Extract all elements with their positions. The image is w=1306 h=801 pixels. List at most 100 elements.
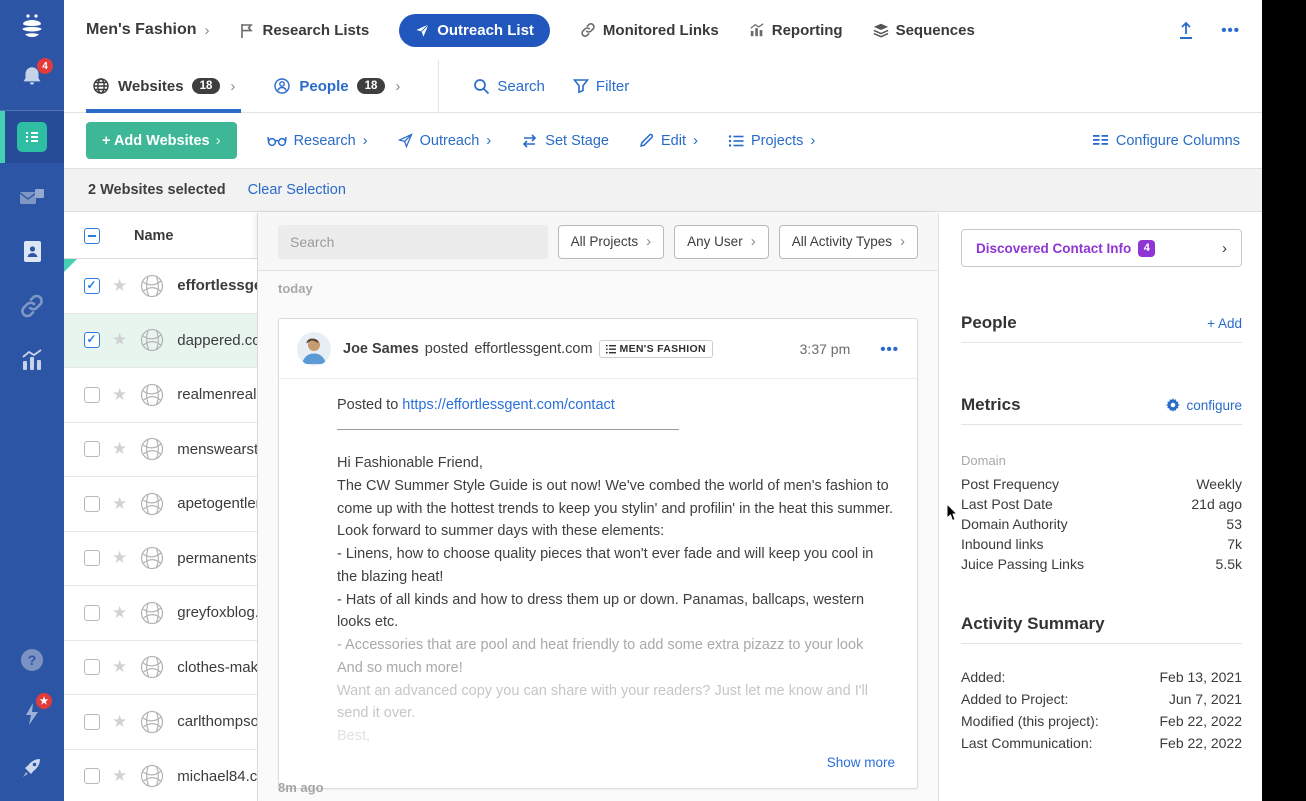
table-row[interactable]: ★ greyfoxblog.co.uk (64, 586, 257, 641)
projects-filter-dropdown[interactable]: All Projects› (558, 225, 665, 259)
website-favicon-globe-icon (139, 600, 165, 626)
active-tab-underline (86, 109, 241, 113)
sidebar-item-getting-started[interactable] (19, 749, 45, 787)
summary-value: Feb 22, 2022 (1159, 710, 1242, 732)
website-name: menswearstyle.com (177, 441, 257, 458)
tab-websites[interactable]: Websites 18 › (86, 60, 241, 112)
row-checkbox[interactable] (84, 387, 100, 403)
table-row[interactable]: ★ michael84.co.uk (64, 750, 257, 801)
activity-type-filter-dropdown[interactable]: All Activity Types› (779, 225, 918, 259)
table-row[interactable]: ★ dappered.com (64, 314, 257, 369)
buzzstream-logo-icon[interactable] (17, 12, 47, 42)
star-icon[interactable]: ★ (112, 330, 127, 350)
chevron-right-icon: › (693, 132, 698, 149)
add-person-button[interactable]: + Add (1207, 316, 1242, 331)
notification-count-badge: 4 (37, 58, 53, 74)
sidebar-item-help[interactable]: ? (19, 641, 45, 679)
person-circle-icon (273, 77, 291, 95)
nav-monitored-links[interactable]: Monitored Links (580, 22, 719, 39)
user-filter-dropdown[interactable]: Any User› (674, 225, 769, 259)
card-more-button[interactable]: ••• (880, 341, 899, 358)
details-panel: Discovered Contact Info 4 › People + Add… (938, 213, 1262, 801)
table-row[interactable]: ★ apetogentleman.com (64, 477, 257, 532)
notifications-bell-icon[interactable]: 4 (19, 64, 45, 90)
set-stage-button[interactable]: Set Stage (521, 133, 609, 149)
nav-reporting[interactable]: Reporting (749, 22, 843, 39)
star-icon[interactable]: ★ (112, 766, 127, 786)
top-navigation: Men's Fashion › Research Lists Outreach … (64, 0, 1262, 60)
configure-columns-button[interactable]: Configure Columns (1092, 133, 1240, 149)
row-checkbox[interactable] (84, 332, 100, 348)
relative-time-label: 8m ago (278, 780, 324, 795)
row-checkbox[interactable] (84, 441, 100, 457)
row-checkbox[interactable] (84, 659, 100, 675)
chevron-right-icon: › (1222, 240, 1227, 257)
projects-menu[interactable]: Projects› (728, 132, 815, 149)
tab-people[interactable]: People 18 › (267, 60, 406, 112)
configure-metrics-button[interactable]: configure (1166, 398, 1242, 413)
nav-sequences[interactable]: Sequences (873, 22, 975, 39)
sidebar-item-lists-active[interactable] (0, 111, 64, 163)
nav-outreach-list-active[interactable]: Outreach List (399, 14, 550, 47)
activity-target[interactable]: effortlessgent.com (474, 341, 592, 357)
table-row[interactable]: ★ carlthompson.co (64, 695, 257, 750)
row-checkbox[interactable] (84, 714, 100, 730)
nav-research-lists[interactable]: Research Lists (239, 22, 369, 39)
row-checkbox[interactable] (84, 605, 100, 621)
table-row[interactable]: ★ effortlessgent.com (64, 259, 257, 314)
star-icon[interactable]: ★ (112, 276, 127, 296)
email-line: - Accessories that are pool and heat fri… (337, 634, 895, 657)
metrics-list: Post Frequency Weekly Last Post Date 21d… (961, 474, 1242, 574)
list-bullets-icon (728, 134, 744, 148)
feed-search-input[interactable] (278, 225, 548, 259)
select-all-checkbox[interactable] (84, 228, 100, 244)
sidebar-item-contacts[interactable] (20, 233, 44, 271)
sidebar-item-whats-new[interactable]: ★ (21, 695, 43, 733)
add-websites-button[interactable]: + Add Websites › (86, 122, 237, 159)
project-tag[interactable]: MEN'S FASHION (599, 340, 713, 358)
show-more-link[interactable]: Show more (827, 755, 895, 770)
website-favicon-globe-icon (139, 763, 165, 789)
search-button[interactable]: Search (473, 60, 545, 112)
star-icon[interactable]: ★ (112, 439, 127, 459)
clear-selection-link[interactable]: Clear Selection (248, 182, 346, 198)
star-icon[interactable]: ★ (112, 494, 127, 514)
breadcrumb[interactable]: Men's Fashion › (86, 21, 209, 39)
row-checkbox[interactable] (84, 768, 100, 784)
star-icon[interactable]: ★ (112, 712, 127, 732)
pencil-icon (639, 133, 654, 148)
filter-button[interactable]: Filter (573, 60, 629, 112)
discovered-contact-info-button[interactable]: Discovered Contact Info 4 › (961, 229, 1242, 267)
contact-info-count-badge: 4 (1138, 240, 1155, 257)
research-menu[interactable]: Research› (267, 132, 368, 149)
row-checkbox[interactable] (84, 496, 100, 512)
chevron-right-icon: › (216, 132, 221, 149)
table-row[interactable]: ★ menswearstyle.com (64, 423, 257, 478)
star-icon[interactable]: ★ (112, 657, 127, 677)
sidebar-item-links[interactable] (19, 287, 45, 325)
metrics-title: Metrics (961, 395, 1021, 415)
outreach-menu[interactable]: Outreach› (398, 132, 492, 149)
more-options-button[interactable]: ••• (1221, 22, 1240, 39)
table-row[interactable]: ★ realmenrealstyle.com (64, 368, 257, 423)
star-icon[interactable]: ★ (112, 385, 127, 405)
export-upload-icon[interactable] (1177, 21, 1195, 40)
table-row[interactable]: ★ clothes-maketh-the-man.com (64, 641, 257, 696)
metric-label: Inbound links (961, 534, 1044, 554)
sidebar-item-outreach[interactable] (18, 179, 46, 217)
row-checkbox[interactable] (84, 550, 100, 566)
row-checkbox[interactable] (84, 278, 100, 294)
name-column-header[interactable]: Name (134, 228, 174, 244)
star-icon[interactable]: ★ (112, 548, 127, 568)
metric-value: 7k (1227, 534, 1242, 554)
table-row[interactable]: ★ permanentstyle.com (64, 532, 257, 587)
posted-to-link[interactable]: https://effortlessgent.com/contact (402, 397, 615, 413)
activity-author[interactable]: Joe Sames (343, 341, 419, 357)
activity-card: Joe Sames posted effortlessgent.com MEN'… (278, 318, 918, 789)
sidebar-item-reports[interactable] (19, 341, 45, 379)
edit-menu[interactable]: Edit› (639, 132, 698, 149)
metric-label: Last Post Date (961, 494, 1053, 514)
star-icon[interactable]: ★ (112, 603, 127, 623)
website-name: carlthompson.co (177, 713, 257, 730)
email-line: Hi Fashionable Friend, (337, 452, 895, 475)
